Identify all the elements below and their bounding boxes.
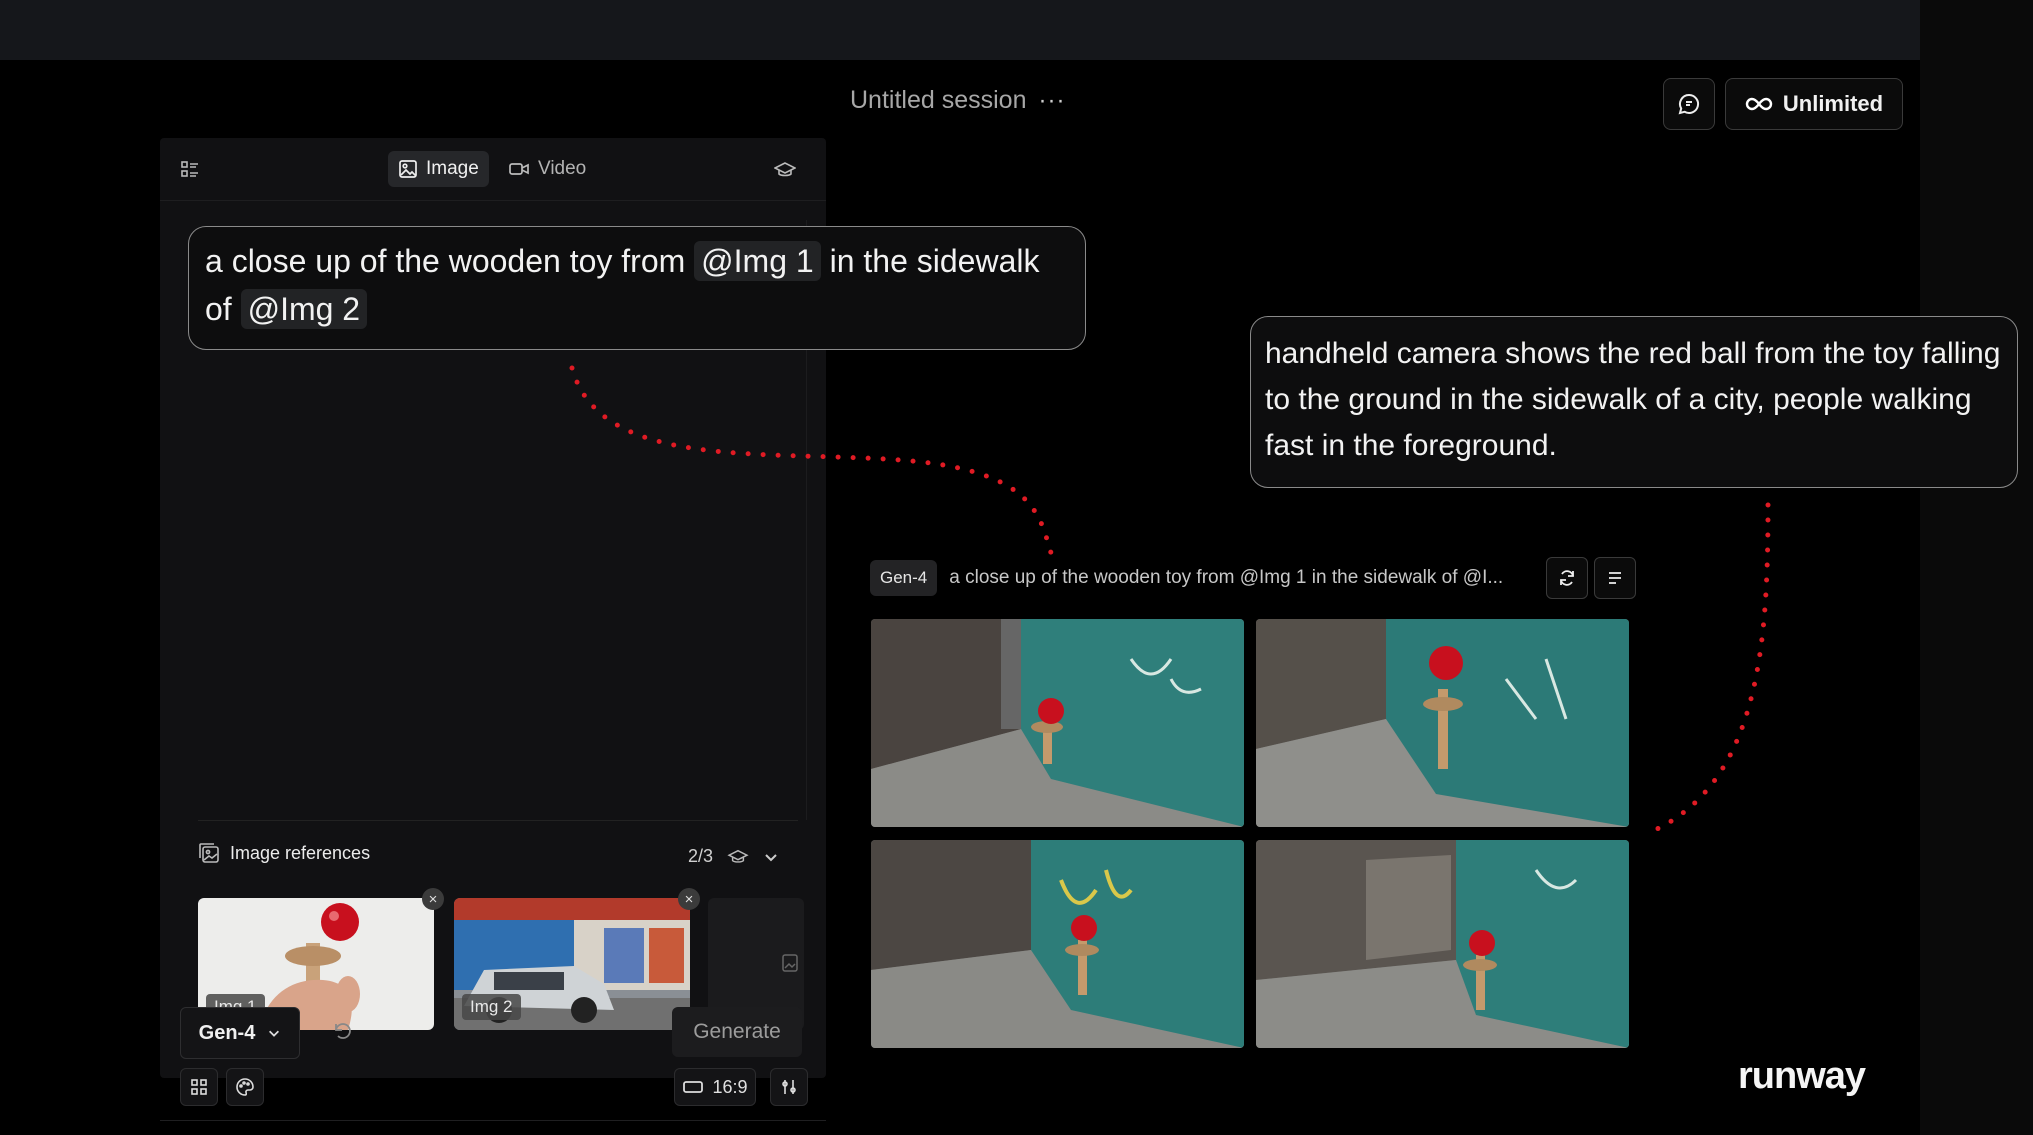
street-kendama-image [1256,840,1629,1048]
prompt-chip-img2[interactable]: @Img 2 [240,289,368,329]
details-button[interactable] [1594,557,1636,599]
prompt-text-before: a close up of the wooden toy from [205,243,686,279]
model-badge: Gen-4 [870,560,938,596]
refresh-icon [1560,570,1574,586]
output-image-3[interactable] [871,840,1244,1048]
street-kendama-image [1256,619,1629,827]
street-kendama-image [871,619,1244,827]
runway-logo: runway [1738,1055,1866,1097]
prompt-chip-img1[interactable]: @Img 1 [694,241,821,281]
text-lines-icon [1609,572,1621,584]
generation-header: Gen-4 a close up of the wooden toy from … [870,558,1503,598]
regenerate-button[interactable] [1546,557,1588,599]
annotation-text: handheld camera shows the red ball from … [1265,337,2001,462]
output-image-2[interactable] [1256,619,1629,827]
output-image-4[interactable] [1256,840,1629,1048]
street-kendama-image [871,840,1244,1048]
output-image-1[interactable] [871,619,1244,827]
generation-prompt-preview[interactable]: a close up of the wooden toy from @Img 1… [949,567,1503,589]
video-prompt-annotation: handheld camera shows the red ball from … [1250,316,2018,488]
prompt-text-box[interactable]: a close up of the wooden toy from @Img 1… [188,226,1086,350]
